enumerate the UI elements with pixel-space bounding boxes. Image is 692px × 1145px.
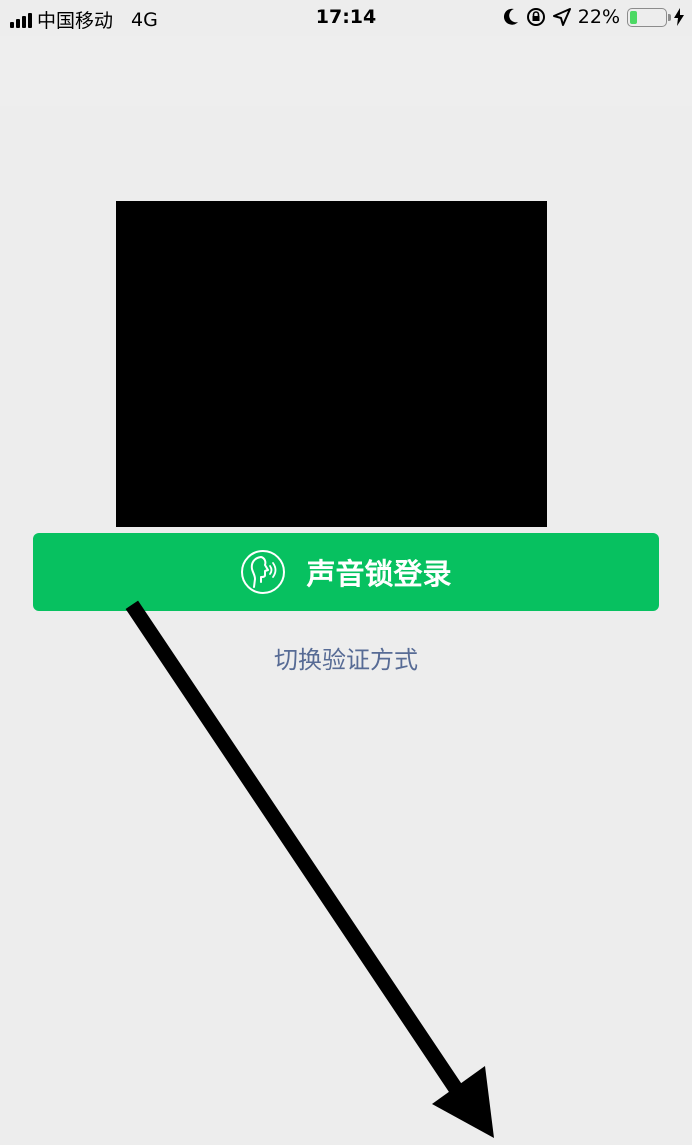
voice-lock-login-label: 声音锁登录: [306, 559, 452, 591]
charging-bolt-icon: [674, 8, 684, 26]
voice-lock-login-button[interactable]: 声音锁登录: [33, 533, 659, 611]
header-band: [0, 36, 692, 106]
status-bar: 中国移动 4G 17:14 22%: [0, 0, 692, 36]
voice-face-icon: [241, 550, 286, 594]
battery-percent: 22%: [577, 6, 620, 28]
battery-fill: [630, 10, 638, 24]
switch-verification-link[interactable]: 切换验证方式: [0, 640, 692, 675]
location-arrow-icon: [552, 8, 571, 26]
orientation-lock-icon: [526, 8, 545, 26]
avatar: [116, 201, 547, 527]
moon-icon: [503, 8, 518, 25]
login-screen: 中国移动 4G 17:14 22% 声音锁登录 切换验证方式: [0, 0, 692, 1145]
status-bar-right: 22%: [503, 6, 684, 28]
battery-icon: [627, 7, 671, 27]
